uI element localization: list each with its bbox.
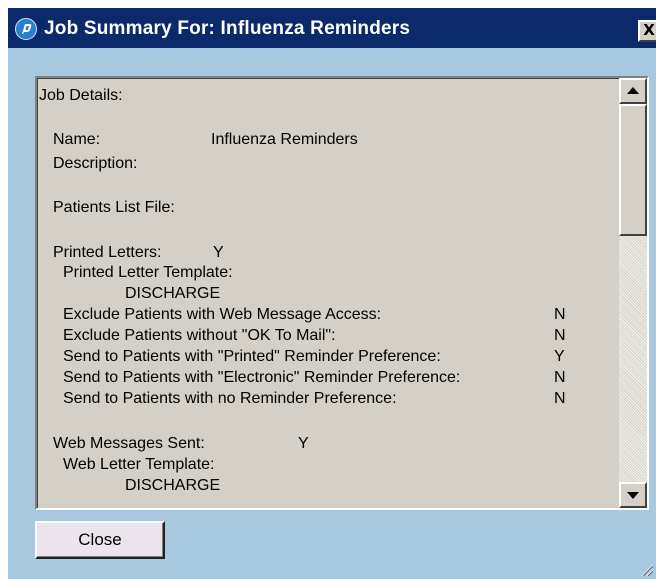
title-bar[interactable]: Job Summary For: Influenza Reminders X [8,8,656,48]
scroll-down-button[interactable] [619,482,647,508]
printed-letters-label: Printed Letters: [53,244,162,261]
patients-list-label: Patients List File: [53,199,175,216]
name-label: Name: [53,131,101,148]
vertical-scrollbar[interactable] [619,78,647,508]
option-value: N [554,327,566,344]
option-label: Send to Patients with "Electronic" Remin… [63,369,461,386]
resize-grip-icon[interactable] [638,561,654,577]
option-label: Send to Patients with "Printed" Reminder… [63,348,441,365]
details-header: Job Details: [39,87,123,104]
arrow-down-icon [627,492,639,499]
printed-template-label: Printed Letter Template: [63,264,233,281]
web-messages-value: Y [298,435,309,452]
arrow-up-icon [627,87,639,94]
app-logo-icon [15,18,37,40]
printed-template-value: DISCHARGE [125,285,221,302]
job-details-panel[interactable]: Job Details: Name: Influenza Reminders D… [35,76,649,510]
option-label: Send to Patients with no Reminder Prefer… [63,390,397,407]
option-value: N [554,306,566,323]
window-title: Job Summary For: Influenza Reminders [44,18,411,39]
option-label: Exclude Patients with Web Message Access… [63,306,382,323]
option-value: N [554,369,566,386]
option-value: Y [554,348,565,365]
option-value: N [554,390,566,407]
printed-letters-value: Y [213,244,224,261]
scroll-thumb[interactable] [619,104,647,236]
scroll-up-button[interactable] [619,78,647,104]
web-template-value: DISCHARGE [125,477,221,494]
close-button[interactable]: Close [35,521,165,559]
job-summary-window: Job Summary For: Influenza Reminders X J… [8,8,656,579]
job-details-text: Job Details: Name: Influenza Reminders D… [37,78,621,508]
option-label: Exclude Patients without "OK To Mail": [63,327,336,344]
web-template-label: Web Letter Template: [63,456,215,473]
description-label: Description: [53,155,138,172]
close-icon[interactable]: X [638,20,656,42]
name-value: Influenza Reminders [211,131,358,148]
web-messages-label: Web Messages Sent: [53,435,205,452]
